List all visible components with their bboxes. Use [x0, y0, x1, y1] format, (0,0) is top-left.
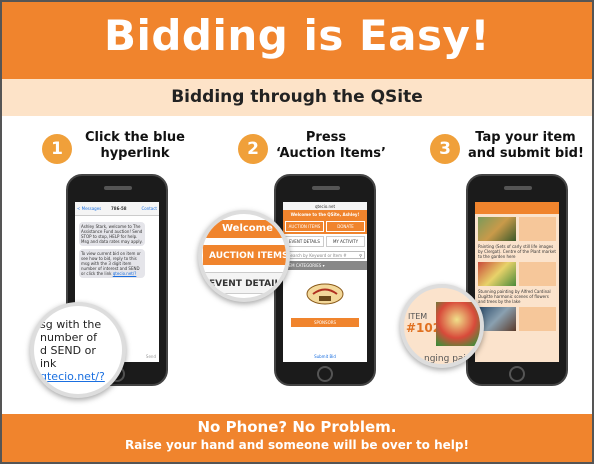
- footer-subtext: Raise your hand and someone will be over…: [125, 438, 469, 452]
- step-3-line1: Tap your item: [475, 130, 576, 145]
- contact-button[interactable]: Contact: [141, 206, 157, 211]
- speaker: [504, 186, 532, 190]
- sms-number: 786-58: [111, 206, 127, 211]
- item-thumbnail[interactable]: [478, 262, 516, 286]
- item-description: Stunning painting by Alfred Cardinal Dug…: [478, 289, 551, 304]
- step-2-line1: Press: [305, 130, 347, 145]
- footer-link[interactable]: Submit Bid: [283, 354, 367, 359]
- magnified-item-label: ITEM: [408, 312, 428, 321]
- step-1-line2: hyperlink: [100, 146, 170, 161]
- item-row-2[interactable]: [475, 259, 559, 289]
- step-number-2: 2: [238, 134, 268, 164]
- sms-bubble-1: Ashley Stark, welcome to The Assistance …: [79, 222, 145, 246]
- step-number-1: 1: [42, 134, 72, 164]
- home-button: [509, 366, 525, 382]
- search-placeholder: Search by Keyword or Item #: [288, 253, 347, 258]
- sponsors-button[interactable]: SPONSORS: [291, 318, 359, 327]
- sponsor-logo: [283, 270, 367, 318]
- phone-qsite: qtecio.net Welcome to the QSite, Ashley!…: [274, 174, 376, 386]
- item-bid-box[interactable]: [519, 262, 556, 286]
- menu-row-1: AUCTION ITEMS DONATE: [283, 219, 367, 234]
- step-2-heading: 2 Press ‘Auction Items’: [238, 130, 388, 170]
- item-categories-dropdown[interactable]: ITEM CATEGORIES ▾: [283, 261, 367, 270]
- item-row-1[interactable]: [475, 214, 559, 244]
- magnified-sms-text: sg with the number of d SEND or ink qtec…: [40, 318, 122, 383]
- step-1-heading: 1 Click the blue hyperlink: [42, 130, 192, 170]
- messages-back-button[interactable]: < Messages: [77, 206, 101, 211]
- page-subtitle: Bidding through the QSite: [171, 87, 423, 107]
- item-bid-box[interactable]: [519, 217, 556, 241]
- item-bid-box[interactable]: [519, 307, 556, 331]
- search-icon[interactable]: ⚲: [359, 253, 362, 258]
- magnifier-sms: sg with the number of d SEND or ink qtec…: [30, 302, 126, 398]
- page-title: Bidding is Easy!: [103, 11, 491, 60]
- speaker: [312, 186, 340, 190]
- step-3-text: Tap your item and submit bid!: [468, 130, 584, 162]
- magnifier-item: ITEM #102 nging pai: [400, 284, 484, 368]
- logo-image: [306, 283, 344, 305]
- menu-row-2: EVENT DETAILS MY ACTIVITY: [283, 234, 367, 249]
- magnified-welcome: Welcome: [202, 220, 286, 238]
- home-button: [317, 366, 333, 382]
- speaker: [104, 186, 132, 190]
- event-details-button[interactable]: EVENT DETAILS: [285, 236, 324, 247]
- items-header: [475, 202, 559, 214]
- mag-line-1: sg with the: [40, 318, 102, 331]
- magnified-item-image[interactable]: [436, 302, 480, 346]
- magnified-auction-items-button[interactable]: AUCTION ITEMS: [202, 244, 286, 266]
- sms-hyperlink[interactable]: qtecio.net/?: [113, 271, 137, 276]
- step-2-line2: ‘Auction Items’: [276, 146, 386, 161]
- search-field[interactable]: Search by Keyword or Item # ⚲: [285, 251, 365, 259]
- auction-items-button[interactable]: AUCTION ITEMS: [285, 221, 324, 232]
- mag-line-3: d SEND or: [40, 344, 96, 357]
- my-activity-button[interactable]: MY ACTIVITY: [326, 236, 365, 247]
- phone-items: Painting (Sets of carly still life image…: [466, 174, 568, 386]
- step-3-line2: and submit bid!: [468, 146, 584, 161]
- magnifier-qsite-menu: Welcome AUCTION ITEMS EVENT DETAIL: [198, 210, 290, 302]
- step-1-line1: Click the blue: [85, 130, 185, 145]
- step-3-heading: 3 Tap your item and submit bid!: [430, 130, 590, 170]
- step-2-text: Press ‘Auction Items’: [276, 130, 386, 162]
- mag-line-4: ink: [40, 357, 57, 370]
- step-number-3: 3: [430, 134, 460, 164]
- item-thumbnail[interactable]: [478, 217, 516, 241]
- magnified-hyperlink[interactable]: qtecio.net/?: [40, 370, 105, 383]
- infographic: Bidding is Easy! Bidding through the QSi…: [0, 0, 594, 464]
- magnified-caption: nging pai: [424, 354, 466, 364]
- step-1-text: Click the blue hyperlink: [80, 130, 190, 162]
- url-bar: qtecio.net: [283, 202, 367, 210]
- item-row-3[interactable]: [475, 304, 559, 334]
- mag-line-2: number of: [40, 331, 98, 344]
- qsite-screen: qtecio.net Welcome to the QSite, Ashley!…: [283, 202, 367, 362]
- footer-heading: No Phone? No Problem.: [197, 418, 397, 436]
- sms-bubble-2: To view current bid on item or see how t…: [79, 249, 145, 278]
- donate-button[interactable]: DONATE: [326, 221, 365, 232]
- welcome-banner: Welcome to the QSite, Ashley!: [283, 210, 367, 219]
- item-description: Painting (Sets of carly still life image…: [478, 244, 556, 259]
- items-screen: Painting (Sets of carly still life image…: [475, 202, 559, 362]
- sms-header: < Messages 786-58 Contact: [75, 202, 159, 216]
- magnified-event-details-button[interactable]: EVENT DETAIL: [202, 272, 286, 294]
- send-button[interactable]: Send: [146, 354, 156, 359]
